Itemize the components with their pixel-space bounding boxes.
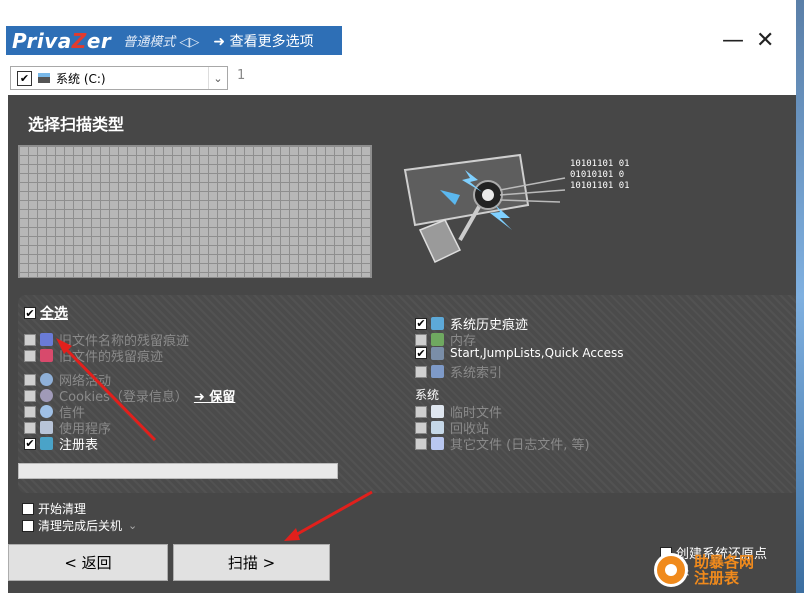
checkbox[interactable]	[22, 502, 34, 515]
drive-label: 系统 (C:)	[56, 71, 106, 86]
drive-icon	[38, 73, 50, 83]
option-old-files[interactable]: 旧文件的残留痕迹	[24, 346, 163, 365]
drive-count: 1	[237, 68, 246, 83]
other-files-icon	[431, 437, 444, 450]
option-system-index[interactable]: 系统索引	[415, 362, 502, 381]
network-icon	[40, 373, 53, 386]
option-other-files[interactable]: 其它文件 (日志文件, 等)	[415, 434, 590, 453]
back-button[interactable]: < 返回	[8, 544, 168, 581]
app-logo: PrivaZer	[12, 28, 112, 53]
drive-selector[interactable]: ✔ 系统 (C:) ⌄	[10, 66, 228, 90]
option-label: Start,JumpLists,Quick Access	[450, 346, 624, 360]
chevron-down-icon[interactable]: ⌄	[128, 519, 137, 532]
cookie-icon	[40, 389, 53, 402]
mail-icon	[40, 405, 53, 418]
watermark-line-1: 助暴各网	[694, 553, 755, 571]
mode-selector[interactable]: 普通模式 ◁▷	[123, 31, 199, 50]
checkbox[interactable]	[22, 519, 34, 532]
select-all-link[interactable]: 全选	[40, 303, 68, 323]
drive-checkbox[interactable]: ✔	[17, 70, 32, 86]
old-files-icon	[40, 349, 53, 362]
checkbox[interactable]	[24, 333, 36, 346]
history-icon	[431, 317, 444, 330]
select-all-checkbox[interactable]: ✔	[24, 307, 36, 319]
option-label: 开始清理	[38, 502, 87, 516]
app-window: PrivaZer 普通模式 ◁▷ ➜ 查看更多选项 — ✕ ✔ 系统 (C:) …	[0, 0, 804, 593]
start-icon	[431, 346, 444, 360]
option-start-clean[interactable]: 开始清理	[22, 500, 86, 517]
scanner-camera-illustration: 10101101 01 01010101 0 10101101 01	[403, 153, 630, 264]
checkbox[interactable]	[24, 389, 36, 402]
checkbox[interactable]	[415, 333, 427, 346]
registry-icon	[40, 437, 53, 450]
close-button[interactable]: ✕	[756, 30, 774, 52]
temp-file-icon	[431, 405, 444, 418]
scan-grid	[18, 145, 372, 278]
programs-icon	[40, 421, 53, 434]
privazer-header: PrivaZer 普通模式 ◁▷ ➜ 查看更多选项	[6, 26, 342, 55]
scan-button[interactable]: 扫描 >	[173, 544, 330, 581]
checkbox[interactable]	[415, 437, 427, 450]
index-icon	[431, 365, 444, 378]
checkbox[interactable]	[24, 373, 36, 386]
option-label: 旧文件的残留痕迹	[59, 350, 164, 365]
recycle-bin-icon	[431, 421, 444, 434]
watermark-logo-icon	[654, 553, 688, 587]
keep-link[interactable]: ➜ 保留	[194, 386, 235, 405]
checkbox[interactable]	[24, 349, 36, 362]
checkbox[interactable]: ✔	[24, 437, 36, 450]
checkbox[interactable]	[24, 421, 36, 434]
checkbox[interactable]	[415, 405, 427, 418]
more-options-link[interactable]: ➜ 查看更多选项	[213, 31, 313, 51]
binary-line-2: 01010101 0	[570, 170, 624, 180]
minimize-button[interactable]: —	[722, 30, 744, 52]
desktop-edge	[796, 0, 804, 593]
option-label: 注册表	[59, 438, 99, 453]
option-shutdown-after[interactable]: 清理完成后关机 ⌄	[22, 517, 137, 534]
option-label: 其它文件 (日志文件, 等)	[450, 438, 590, 453]
memory-icon	[431, 333, 444, 346]
binary-line-3: 10101101 01	[570, 181, 630, 191]
system-section-header: 系统	[415, 388, 440, 402]
checkbox[interactable]: ✔	[415, 317, 427, 330]
option-registry[interactable]: ✔ 注册表	[24, 434, 98, 453]
chevron-down-icon[interactable]: ⌄	[208, 67, 227, 89]
old-names-icon	[40, 333, 53, 346]
checkbox[interactable]	[24, 405, 36, 418]
binary-line-1: 10101101 01	[570, 159, 630, 169]
watermark: 助暴各网 注册表	[654, 553, 754, 587]
option-start-jumplists[interactable]: ✔ Start,JumpLists,Quick Access	[415, 346, 623, 360]
page-title: 选择扫描类型	[28, 115, 125, 134]
checkbox[interactable]: ✔	[415, 347, 427, 359]
option-label: 系统索引	[450, 366, 503, 381]
select-all-option[interactable]: ✔ 全选	[24, 303, 68, 323]
watermark-line-2: 注册表	[694, 569, 740, 587]
checkbox[interactable]	[415, 365, 427, 378]
option-label: 清理完成后关机	[38, 519, 123, 533]
scan-progress-bar	[18, 463, 338, 479]
checkbox[interactable]	[415, 421, 427, 434]
